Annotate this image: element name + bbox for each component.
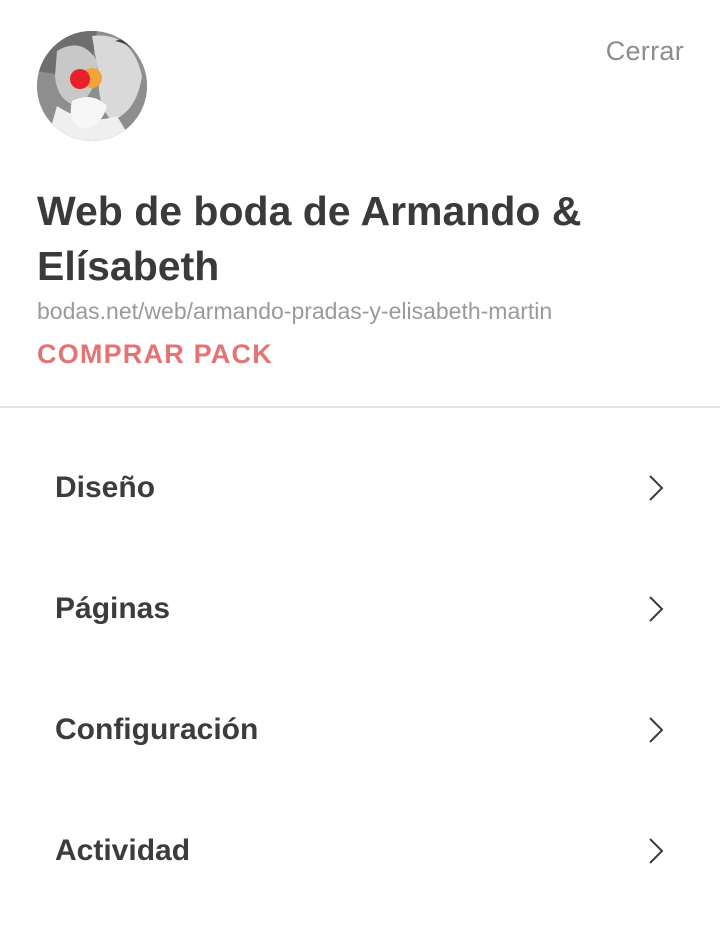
settings-menu: Diseño Páginas Configuración Actividad — [0, 427, 720, 911]
page-title: Web de boda de Armando & Elísabeth — [37, 188, 582, 289]
couple-photo — [37, 31, 147, 141]
menu-item-actividad[interactable]: Actividad — [0, 790, 720, 911]
site-url: bodas.net/web/armando-pradas-y-elisabeth… — [37, 298, 553, 324]
chevron-right-icon — [649, 837, 664, 864]
chevron-right-icon — [649, 595, 664, 622]
menu-item-paginas[interactable]: Páginas — [0, 548, 720, 669]
menu-item-configuracion[interactable]: Configuración — [0, 669, 720, 790]
close-button[interactable]: Cerrar — [606, 36, 684, 67]
avatar — [37, 31, 147, 141]
divider — [0, 406, 720, 408]
menu-item-label: Configuración — [55, 712, 259, 746]
chevron-right-icon — [649, 474, 664, 501]
menu-item-label: Páginas — [55, 591, 171, 625]
menu-item-diseno[interactable]: Diseño — [0, 427, 720, 548]
chevron-right-icon — [649, 716, 664, 743]
buy-pack-link[interactable]: COMPRAR PACK — [37, 339, 273, 370]
menu-item-label: Actividad — [55, 833, 191, 867]
menu-item-label: Diseño — [55, 470, 156, 504]
